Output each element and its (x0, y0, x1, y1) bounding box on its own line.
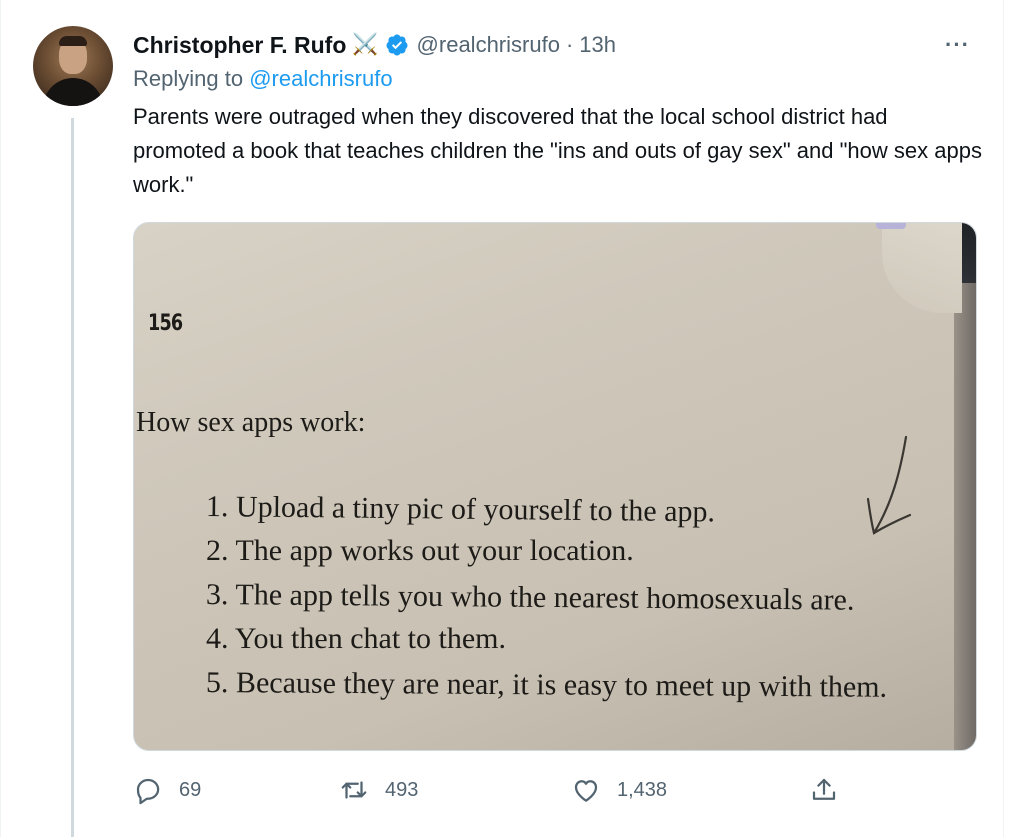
like-count: 1,438 (617, 778, 668, 801)
retweet-icon (341, 781, 367, 799)
book-list-item: 1. Upload a tiny pic of yourself to the … (205, 490, 716, 529)
book-list-item: 3. The app tells you who the nearest hom… (205, 578, 855, 617)
swords-emoji: ⚔️ (352, 33, 379, 56)
share-button[interactable] (809, 770, 839, 810)
replying-to: Replying to @realchrisrufo (133, 66, 393, 92)
separator-dot: · (565, 32, 574, 57)
retweet-count: 493 (385, 778, 419, 801)
tweet-actions: 69 493 1,438 (133, 770, 983, 810)
book-list-item: 4. You then chat to them. (206, 622, 506, 655)
reply-button[interactable]: 69 (133, 770, 201, 810)
book-list-item: 5. Because they are near, it is easy to … (205, 666, 888, 704)
tweet-timestamp[interactable]: 13h (579, 32, 616, 58)
book-heading: How sex apps work: (136, 407, 366, 438)
replying-prefix: Replying to (133, 66, 244, 91)
handwritten-arrow-icon (866, 435, 912, 535)
retweet-button[interactable]: 493 (339, 770, 418, 810)
book-list-item: 2. The app works out your location. (206, 534, 634, 567)
reply-count: 69 (179, 778, 202, 801)
reply-icon (136, 778, 160, 805)
thread-line (71, 118, 74, 837)
book-page-corner (882, 223, 962, 313)
tweet-container: Christopher F. Rufo ⚔️ @realchrisrufo · … (0, 0, 1004, 837)
tweet-header: Christopher F. Rufo ⚔️ @realchrisrufo · … (133, 28, 616, 62)
book-page-number: 156 (148, 311, 183, 336)
photo-background-edge (954, 283, 976, 750)
author-name[interactable]: Christopher F. Rufo (133, 32, 346, 59)
tweet-photo[interactable]: 156 How sex apps work: 1. Upload a tiny … (133, 222, 977, 751)
like-button[interactable]: 1,438 (571, 770, 667, 810)
tweet-text: Parents were outraged when they discover… (133, 104, 982, 197)
verified-badge-icon (386, 34, 408, 56)
avatar[interactable] (33, 26, 113, 106)
more-icon[interactable]: ··· (945, 32, 970, 58)
author-handle[interactable]: @realchrisrufo (417, 32, 560, 58)
heart-icon (574, 780, 598, 802)
share-icon (812, 778, 836, 800)
book-list: 1. Upload a tiny pic of yourself to the … (206, 485, 887, 705)
replying-handle-link[interactable]: @realchrisrufo (249, 66, 392, 91)
photo-background-accent (876, 223, 906, 229)
